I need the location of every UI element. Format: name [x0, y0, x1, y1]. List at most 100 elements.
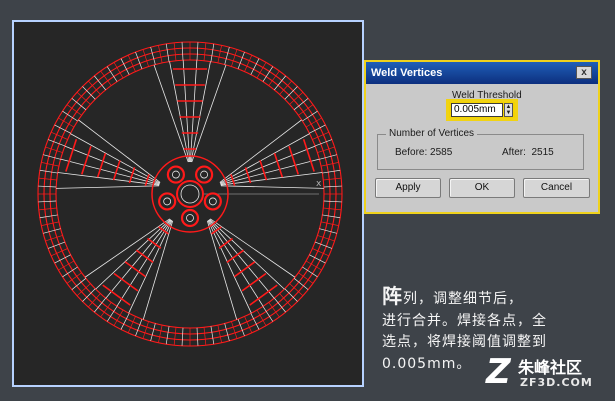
caption-line-1: 阵列，调整细节后，	[382, 285, 607, 311]
rim-segment	[320, 221, 339, 226]
dialog-titlebar[interactable]: Weld Vertices x	[366, 62, 598, 84]
rim-segment	[250, 313, 260, 330]
lug-hole	[200, 170, 209, 179]
rim-segment	[54, 124, 71, 134]
rim-segment	[244, 316, 253, 334]
wheel-viewport[interactable]: x	[12, 20, 364, 387]
rim-segment	[43, 228, 61, 234]
rim-segment	[231, 321, 238, 339]
threshold-spinner[interactable]: ▲ ▼	[504, 103, 513, 117]
rim-segment	[173, 42, 177, 61]
rim-segment	[320, 162, 339, 167]
rim-segment	[39, 214, 58, 219]
lug-nut	[166, 165, 185, 184]
spoke-edge	[191, 64, 227, 163]
rim-segment	[317, 235, 335, 242]
spoke-edge	[209, 218, 285, 290]
rim-segment	[120, 58, 130, 75]
lug-hole	[171, 170, 180, 179]
spoke-vertex-band	[128, 167, 136, 184]
rim-segment	[45, 146, 63, 153]
spoke-edge	[56, 185, 160, 189]
rim-segment	[322, 169, 341, 174]
lug-hole	[163, 197, 172, 206]
rim-segment	[237, 318, 245, 337]
spoke-vertex-band	[112, 160, 121, 181]
close-button[interactable]: x	[576, 66, 592, 79]
rim-segment	[41, 221, 60, 226]
rim-segment	[231, 49, 238, 67]
ok-button[interactable]: OK	[449, 178, 515, 198]
rim-segment	[309, 124, 326, 134]
spoke-vertex-band	[81, 145, 92, 175]
rim-segment	[66, 272, 82, 284]
lug-hole	[208, 197, 217, 206]
rim-segment	[217, 324, 222, 343]
axis-x-label: x	[316, 179, 322, 189]
rim-segment	[135, 51, 143, 70]
rim-segment	[142, 321, 149, 339]
lug-hole	[186, 214, 194, 222]
rim-segment	[41, 162, 60, 167]
rim-segment	[322, 214, 341, 219]
rim-segment	[173, 327, 177, 346]
rim-segment	[203, 42, 207, 61]
group-title: Number of Vertices	[386, 128, 478, 139]
spoke-edge	[220, 158, 320, 185]
apply-button[interactable]: Apply	[375, 178, 441, 198]
rim-segment	[314, 241, 333, 249]
lug-nut	[203, 192, 222, 211]
rim-segment	[165, 326, 170, 345]
rim-segment	[196, 327, 199, 346]
rim-segment	[203, 327, 207, 346]
spoke-edge	[64, 145, 160, 185]
rim-segment	[135, 318, 143, 337]
rim-segment	[150, 323, 156, 341]
spoke-vertex-band	[65, 138, 78, 172]
logo-domain: ZF3D.COM	[520, 376, 593, 389]
caption-line-1-rest: 列，调整细节后，	[403, 291, 523, 307]
rim-segment	[314, 139, 333, 147]
rim-segment	[224, 47, 230, 65]
rim-segment	[268, 302, 280, 318]
rim-segment	[323, 207, 342, 211]
spoke-vertex-band	[273, 153, 284, 178]
before-count: Before: 2585	[395, 147, 453, 158]
spoke-vertex-band	[135, 249, 154, 264]
logo-z-icon: Z	[486, 352, 511, 392]
rim-segment	[312, 248, 330, 257]
rim-segment	[158, 324, 163, 343]
lug-nut	[158, 192, 177, 211]
rim-segment	[120, 313, 130, 330]
spoke-edge	[219, 119, 302, 183]
spoke-vertex-band	[96, 153, 107, 178]
logo-name: 朱峰社区	[518, 358, 583, 377]
spoke-edge	[95, 218, 171, 290]
spoke-edge	[116, 219, 172, 307]
rim-segment	[181, 42, 184, 61]
after-count: After: 2515	[502, 147, 554, 158]
rim-segment	[150, 47, 156, 65]
rim-segment	[45, 235, 63, 242]
rim-segment	[244, 54, 253, 72]
spoke-vertex-band	[259, 160, 268, 181]
rim-segment	[312, 131, 330, 140]
cancel-button[interactable]: Cancel	[523, 178, 590, 198]
rim-segment	[43, 154, 61, 160]
spoke-vertex-band	[113, 272, 139, 292]
rim-segment	[210, 43, 215, 62]
spinner-down-icon[interactable]: ▼	[506, 110, 512, 116]
rim-segment	[323, 177, 342, 181]
spoke-edge	[210, 218, 296, 278]
spoke-edge	[220, 145, 316, 185]
rim-segment	[317, 146, 335, 153]
rim-segment	[100, 70, 112, 86]
rim-segment	[319, 228, 337, 234]
rim-segment	[47, 139, 66, 147]
weld-threshold-input[interactable]: 0.005mm	[451, 103, 503, 117]
spoke-vertex-band	[302, 138, 315, 172]
rim-segment	[38, 177, 57, 181]
rim-segment	[158, 45, 163, 64]
rim-segment	[237, 51, 245, 70]
rim-segment	[39, 169, 58, 174]
